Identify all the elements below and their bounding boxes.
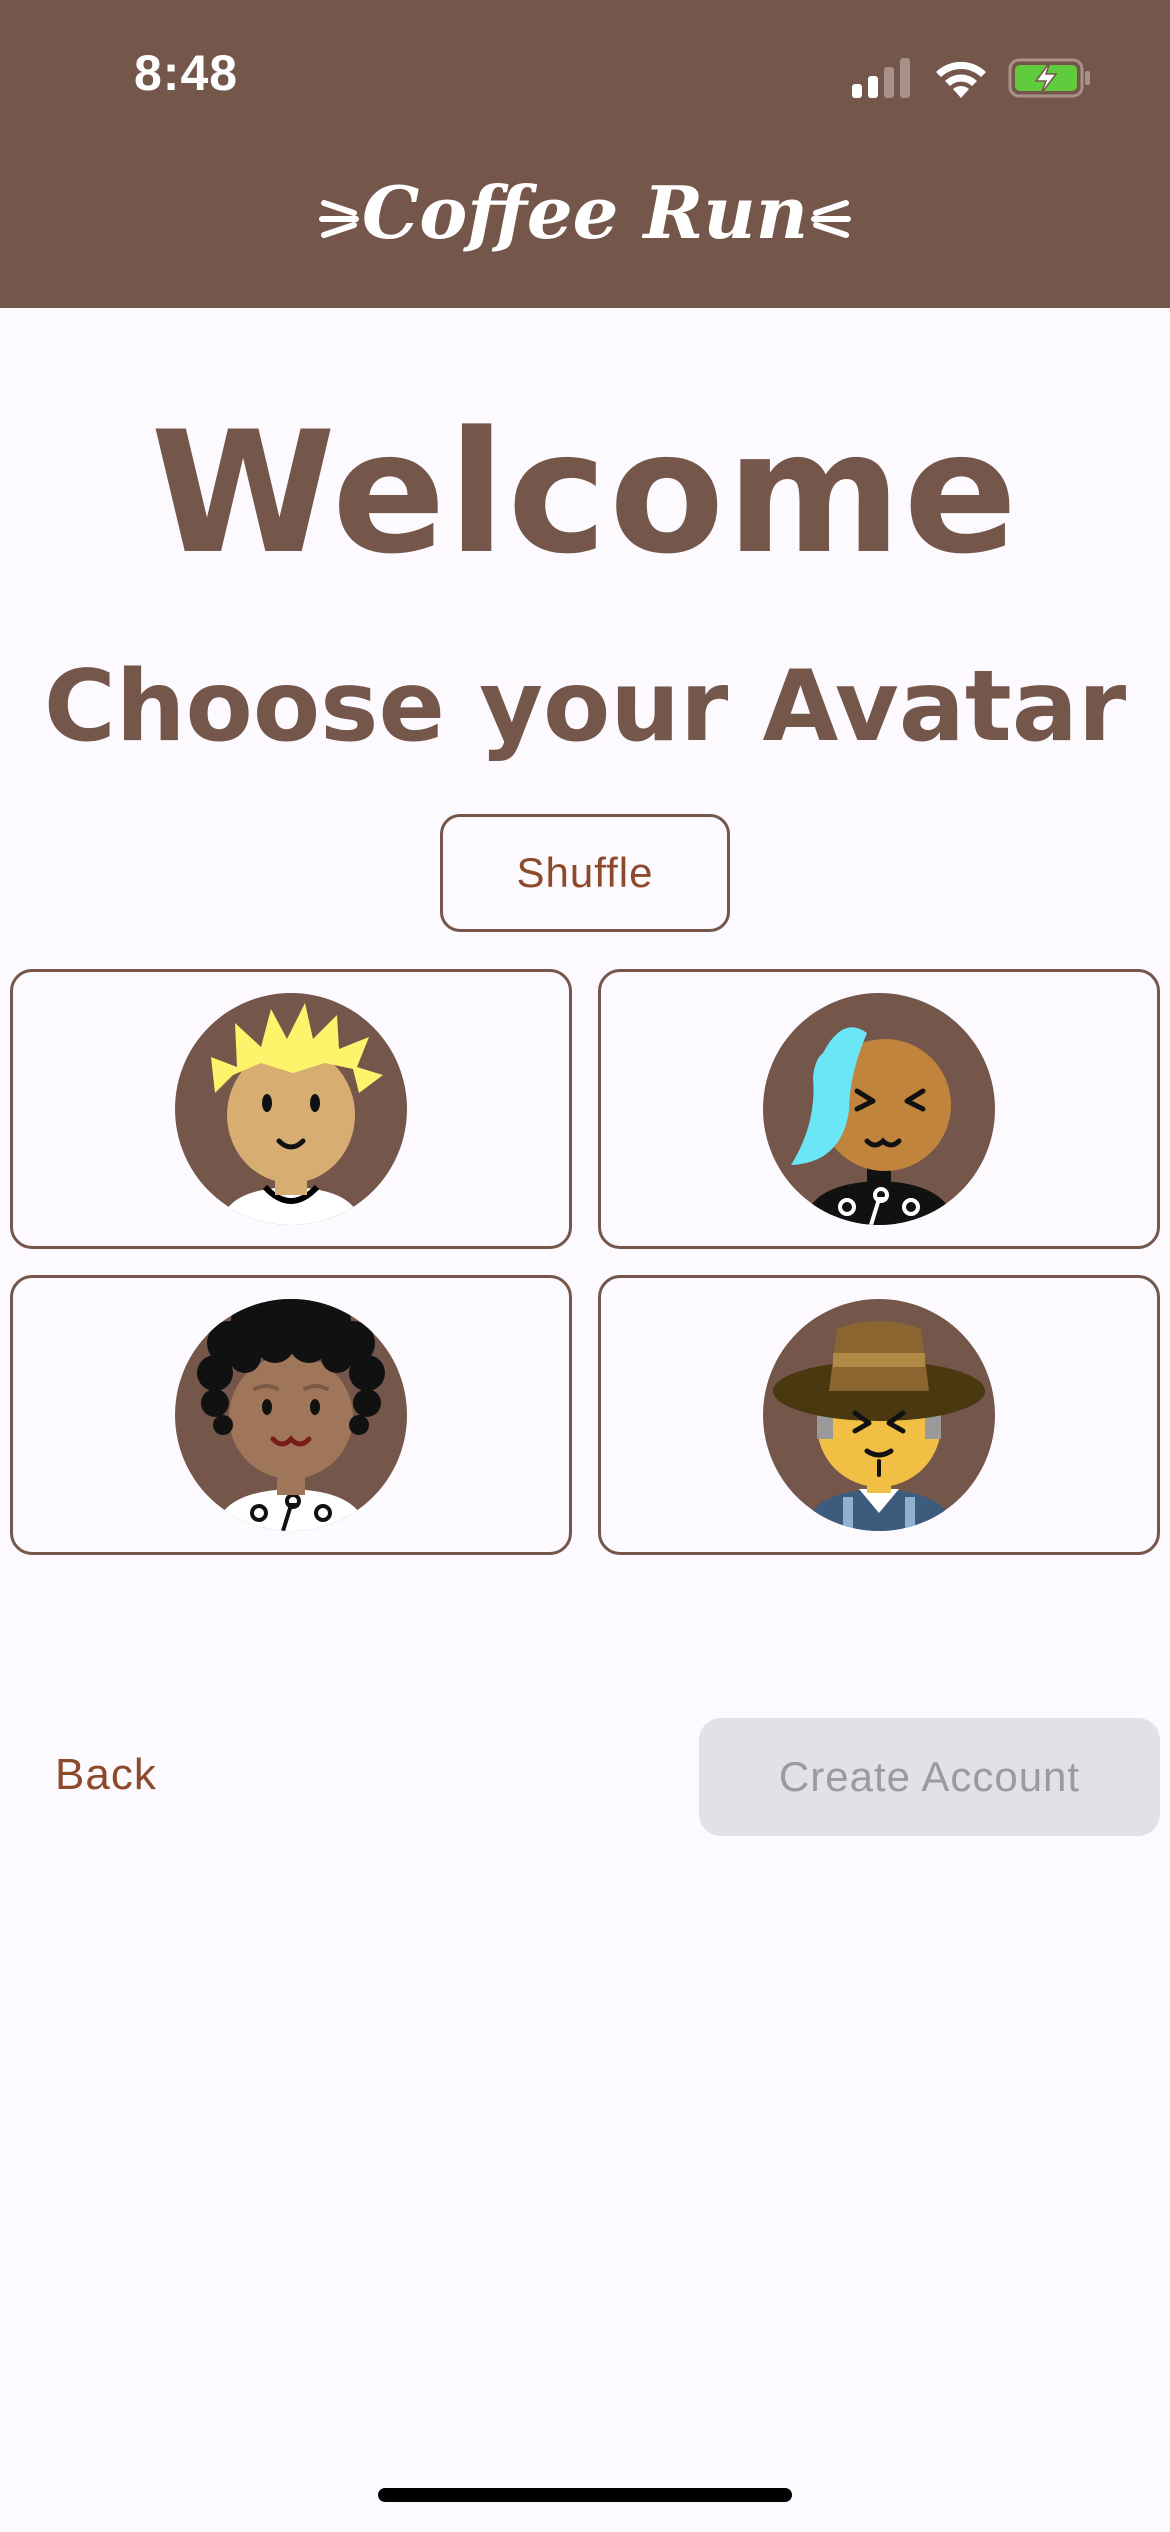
welcome-heading: Welcome (150, 395, 1020, 591)
create-account-button[interactable]: Create Account (699, 1718, 1160, 1836)
right-sparkle-decoration (811, 200, 852, 238)
avatar-option-curly-black-hair[interactable] (10, 1275, 572, 1555)
person-curly-black-hair-icon (175, 1299, 407, 1531)
avatar-option-spiky-blonde[interactable] (10, 969, 572, 1249)
battery-charging-icon (1008, 58, 1090, 98)
avatar-option-brown-hat[interactable] (598, 1275, 1160, 1555)
person-brown-hat-icon (763, 1299, 995, 1531)
cellular-signal-icon (852, 58, 910, 98)
wifi-icon (936, 61, 986, 98)
back-button[interactable]: Back (55, 1750, 157, 1800)
app-header: 8:48 Coffee Run (0, 0, 1170, 308)
app-title: Coffee Run (0, 170, 1170, 255)
status-time: 8:48 (134, 45, 239, 101)
shuffle-button[interactable]: Shuffle (440, 814, 730, 932)
choose-avatar-heading: Choose your Avatar (43, 650, 1127, 764)
avatar-option-blue-ponytail[interactable] (598, 969, 1160, 1249)
person-yellow-spiky-hair-icon (175, 993, 407, 1225)
left-sparkle-decoration (318, 200, 359, 238)
app-title-text: Coffee Run (361, 170, 809, 255)
home-indicator[interactable] (378, 2488, 792, 2502)
person-blue-ponytail-icon (763, 993, 995, 1225)
